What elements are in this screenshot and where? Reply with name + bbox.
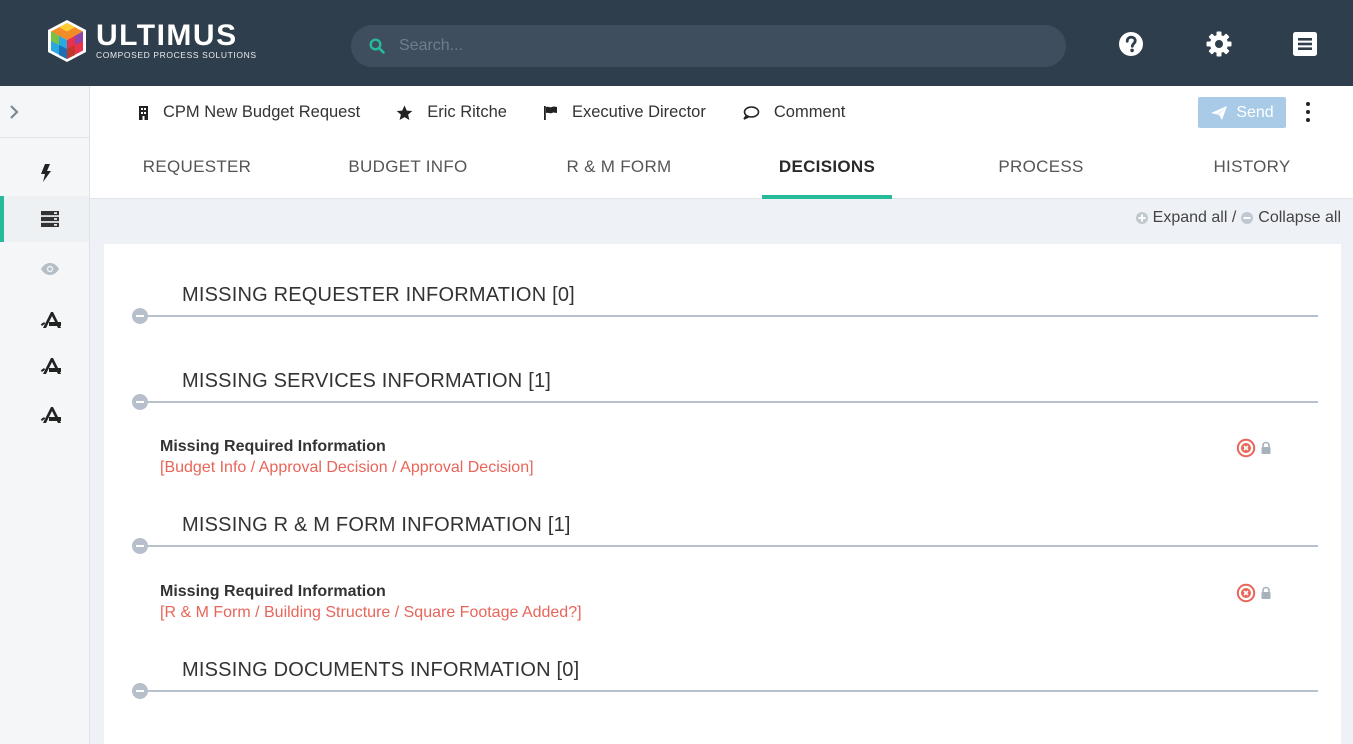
ultimus-logo[interactable]: ULTIMUS COMPOSED PROCESS SOLUTIONS xyxy=(44,18,257,64)
crumb-process-label: CPM New Budget Request xyxy=(163,103,361,121)
bolt-icon xyxy=(41,164,51,182)
tab-process[interactable]: PROCESS xyxy=(988,142,1094,199)
left-rail xyxy=(0,86,90,744)
logo-name: ULTIMUS xyxy=(96,19,238,52)
help-icon[interactable] xyxy=(1117,30,1145,58)
server-icon xyxy=(41,211,59,227)
issue-path-link[interactable]: [R & M Form / Building Structure / Squar… xyxy=(160,604,1310,622)
section-divider xyxy=(142,545,1318,547)
more-options-icon[interactable] xyxy=(1303,102,1313,122)
error-circle-icon xyxy=(1236,583,1256,603)
logo-cube-icon xyxy=(48,20,86,62)
decisions-content: Expand all / Collapse all MISSING REQUES… xyxy=(90,199,1353,744)
section-divider xyxy=(142,690,1318,692)
gear-icon[interactable] xyxy=(1205,30,1233,58)
send-button[interactable]: Send xyxy=(1198,97,1286,128)
tab-requester-label: REQUESTER xyxy=(142,156,252,176)
crumb-comment-label: Comment xyxy=(773,103,846,121)
crumb-role-label: Executive Director xyxy=(571,103,706,121)
lock-icon xyxy=(1261,441,1271,454)
crumb-user-label: Eric Ritche xyxy=(427,103,507,121)
rail-view-button[interactable] xyxy=(0,246,89,292)
tab-budget-info-label: BUDGET INFO xyxy=(348,156,468,176)
search-bar[interactable] xyxy=(351,25,1066,67)
eye-icon xyxy=(41,263,59,275)
tab-process-label: PROCESS xyxy=(998,156,1084,176)
breadcrumb: CPM New Budget Request Eric Ritche Execu… xyxy=(138,103,881,122)
drafting-icon xyxy=(40,312,61,328)
section-title: MISSING R & M FORM INFORMATION [1] xyxy=(182,514,571,536)
tab-decisions-label: DECISIONS xyxy=(778,156,876,176)
decisions-panel: MISSING REQUESTER INFORMATION [0] MISSIN… xyxy=(104,244,1341,744)
section-title: MISSING DOCUMENTS INFORMATION [0] xyxy=(182,659,580,681)
tab-history-label: HISTORY xyxy=(1213,156,1291,176)
crumb-comment[interactable]: Comment xyxy=(742,103,846,122)
tab-history[interactable]: HISTORY xyxy=(1202,142,1302,199)
issue-title: Missing Required Information xyxy=(160,438,386,455)
crumb-user[interactable]: Eric Ritche xyxy=(396,103,507,122)
list-item: Missing Required Information [Budget Inf… xyxy=(160,438,1310,477)
issue-title: Missing Required Information xyxy=(160,583,386,600)
tab-rm-form-label: R & M FORM xyxy=(566,156,672,176)
expand-all-link[interactable]: Expand all / xyxy=(1135,209,1237,227)
collapse-section-icon[interactable] xyxy=(132,308,148,324)
rail-expand-button[interactable] xyxy=(0,86,89,138)
lock-icon xyxy=(1261,586,1271,599)
crumb-process[interactable]: CPM New Budget Request xyxy=(138,103,360,122)
issue-path-link[interactable]: [Budget Info / Approval Decision / Appro… xyxy=(160,459,1310,477)
menu-icon[interactable] xyxy=(1291,30,1319,58)
tab-budget-info[interactable]: BUDGET INFO xyxy=(342,142,474,199)
rail-actions-button[interactable] xyxy=(0,150,89,196)
tab-rm-form[interactable]: R & M FORM xyxy=(558,142,680,199)
request-header: CPM New Budget Request Eric Ritche Execu… xyxy=(90,86,1353,199)
star-icon xyxy=(396,105,413,121)
chevron-right-icon xyxy=(10,104,19,119)
section-divider xyxy=(142,401,1318,403)
list-item: Missing Required Information [R & M Form… xyxy=(160,583,1310,622)
building-icon xyxy=(138,105,149,121)
plus-circle-icon xyxy=(1135,212,1148,224)
drafting-icon xyxy=(40,407,61,423)
expand-all-label: Expand all / xyxy=(1152,209,1237,226)
tab-decisions[interactable]: DECISIONS xyxy=(762,142,892,199)
expand-collapse-toolbar: Expand all / Collapse all xyxy=(1135,209,1341,227)
tab-requester[interactable]: REQUESTER xyxy=(136,142,258,199)
collapse-section-icon[interactable] xyxy=(132,538,148,554)
send-button-label: Send xyxy=(1236,103,1274,121)
collapse-all-label: Collapse all xyxy=(1258,209,1341,226)
crumb-role[interactable]: Executive Director xyxy=(543,103,706,122)
drafting-icon xyxy=(40,358,61,374)
rail-decisions-button[interactable] xyxy=(0,196,89,242)
flag-icon xyxy=(543,105,558,121)
rail-tool-button-1[interactable] xyxy=(0,298,89,344)
tab-bar: REQUESTER BUDGET INFO R & M FORM DECISIO… xyxy=(90,142,1353,199)
error-circle-icon xyxy=(1236,438,1256,458)
paper-plane-icon xyxy=(1211,105,1228,120)
logo-tagline: COMPOSED PROCESS SOLUTIONS xyxy=(96,50,257,60)
search-icon xyxy=(369,38,385,54)
issue-status xyxy=(1236,583,1272,603)
section-divider xyxy=(142,315,1318,317)
rail-tool-button-2[interactable] xyxy=(0,344,89,390)
search-input[interactable] xyxy=(399,37,999,55)
top-bar: ULTIMUS COMPOSED PROCESS SOLUTIONS xyxy=(0,0,1353,86)
collapse-section-icon[interactable] xyxy=(132,683,148,699)
rail-tool-button-3[interactable] xyxy=(0,393,89,439)
minus-circle-icon xyxy=(1241,212,1254,224)
issue-status xyxy=(1236,438,1272,458)
collapse-all-link[interactable]: Collapse all xyxy=(1241,209,1341,227)
section-title: MISSING REQUESTER INFORMATION [0] xyxy=(182,284,575,306)
collapse-section-icon[interactable] xyxy=(132,394,148,410)
section-title: MISSING SERVICES INFORMATION [1] xyxy=(182,370,552,392)
comment-icon xyxy=(742,105,760,121)
